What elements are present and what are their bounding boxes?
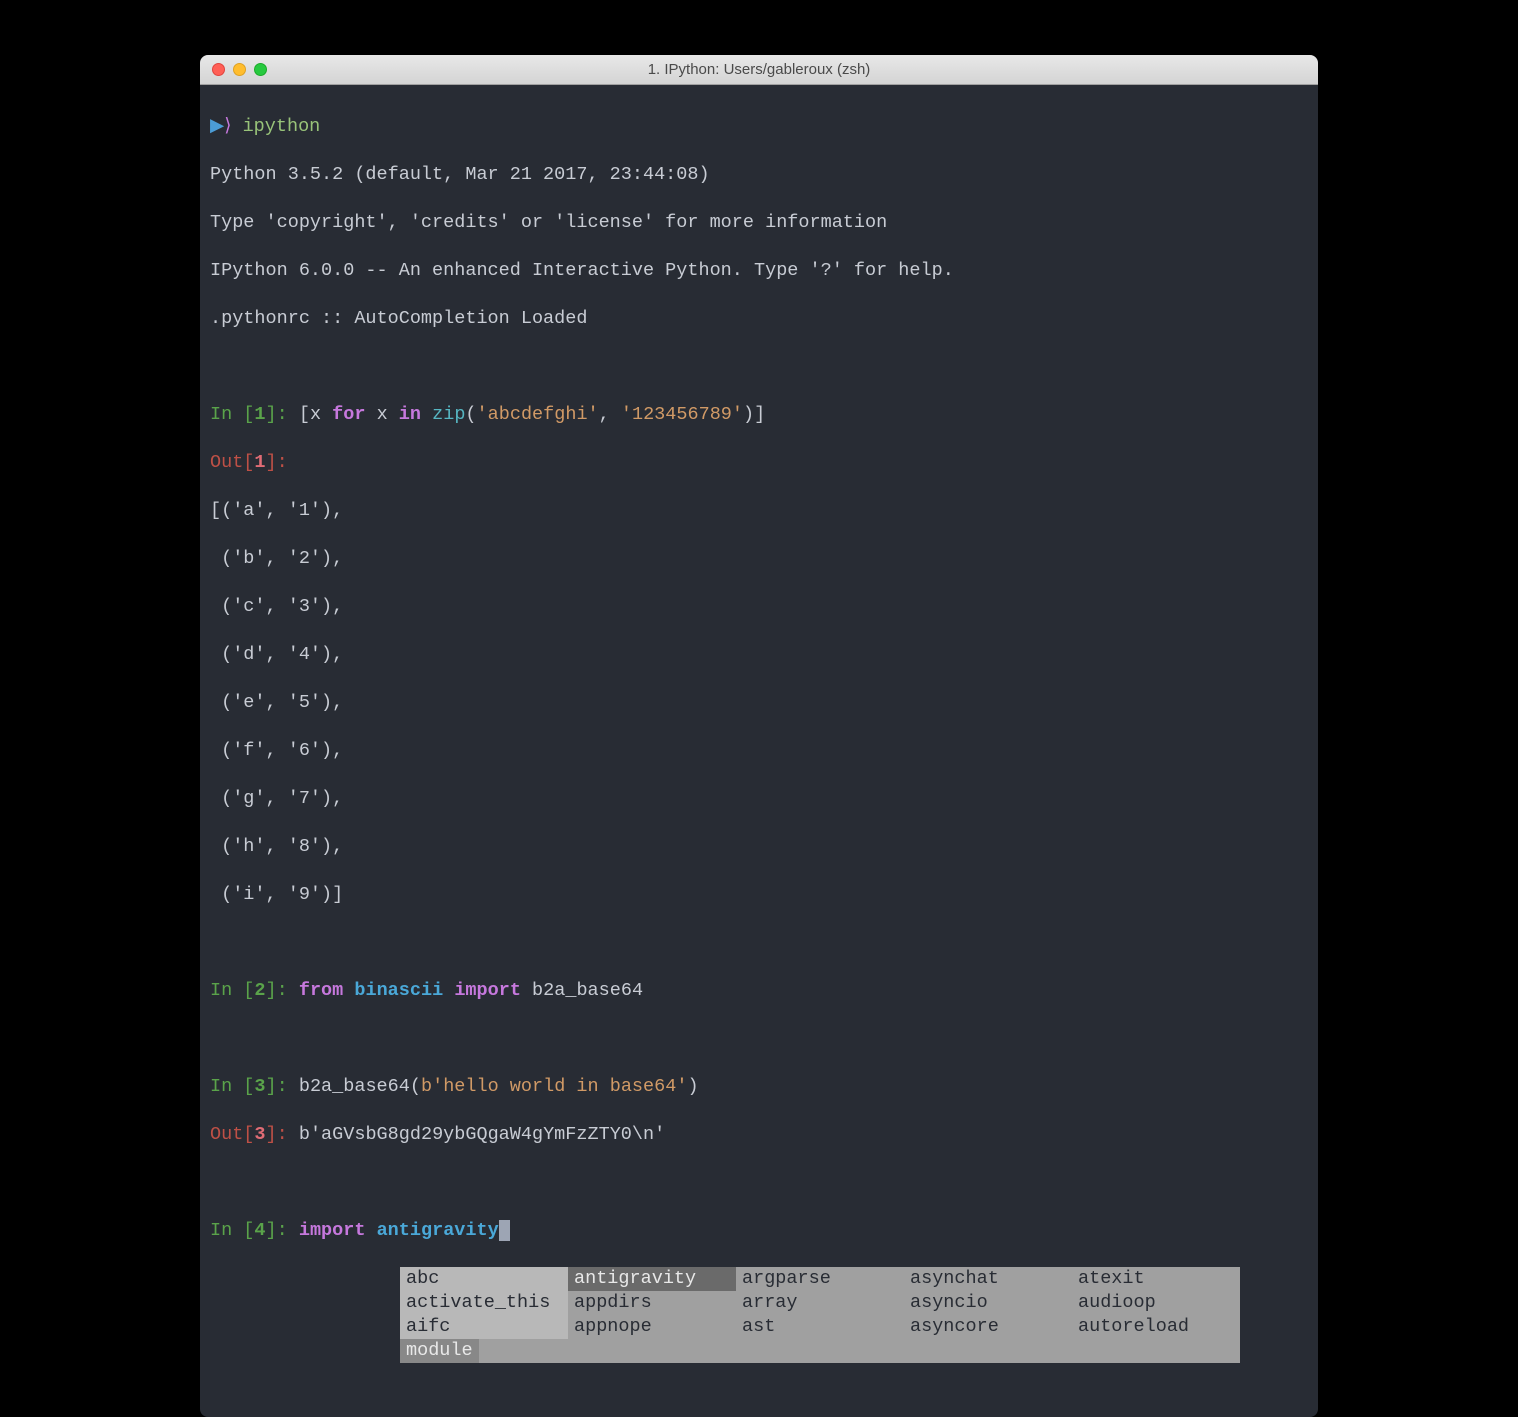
completion-popup[interactable]: abcantigravityargparseasynchatatexit acti… — [400, 1267, 1240, 1363]
completion-item[interactable]: appnope — [568, 1315, 736, 1339]
terminal-window: 1. IPython: Users/gableroux (zsh) ▶⟩ ipy… — [200, 55, 1318, 1417]
out-1-value: ('b', '2'), — [210, 547, 1308, 571]
blank-line — [210, 355, 1308, 379]
in-num: 2 — [254, 980, 265, 1001]
in-num: 3 — [254, 1076, 265, 1097]
in-prompt: In [ — [210, 980, 254, 1001]
close-icon[interactable] — [212, 63, 225, 76]
out-1-value: ('d', '4'), — [210, 643, 1308, 667]
out-1-value: [('a', '1'), — [210, 499, 1308, 523]
out-1-value: ('g', '7'), — [210, 787, 1308, 811]
completion-item[interactable]: audioop — [1072, 1291, 1240, 1315]
titlebar[interactable]: 1. IPython: Users/gableroux (zsh) — [200, 55, 1318, 85]
completion-item[interactable]: atexit — [1072, 1267, 1240, 1291]
terminal-body[interactable]: ▶⟩ ipython Python 3.5.2 (default, Mar 21… — [200, 85, 1318, 1417]
completion-item[interactable]: aifc — [400, 1315, 568, 1339]
completion-type-label: module — [400, 1339, 479, 1363]
completion-item[interactable]: abc — [400, 1267, 568, 1291]
out-num: 3 — [254, 1124, 265, 1145]
out-3-line: Out[3]: b'aGVsbG8gd29ybGQgaW4gYmFzZTY0\n… — [210, 1123, 1308, 1147]
shell-command: ipython — [243, 116, 321, 137]
completion-item[interactable]: activate_this — [400, 1291, 568, 1315]
blank-line — [210, 931, 1308, 955]
in-3-line: In [3]: b2a_base64(b'hello world in base… — [210, 1075, 1308, 1099]
in-prompt-close: ]: — [266, 980, 299, 1001]
banner-line: Python 3.5.2 (default, Mar 21 2017, 23:4… — [210, 163, 1308, 187]
completion-item[interactable]: autoreload — [1072, 1315, 1240, 1339]
in-1-line: In [1]: [x for x in zip('abcdefghi', '12… — [210, 403, 1308, 427]
zoom-icon[interactable] — [254, 63, 267, 76]
banner-line: IPython 6.0.0 -- An enhanced Interactive… — [210, 259, 1308, 283]
shell-prompt-line: ▶⟩ ipython — [210, 115, 1308, 139]
in-prompt-close: ]: — [266, 1220, 299, 1241]
completion-item[interactable]: asynchat — [904, 1267, 1072, 1291]
in-4-line[interactable]: In [4]: import antigravity — [210, 1219, 1308, 1243]
completion-grid: abcantigravityargparseasynchatatexit acti… — [400, 1267, 1240, 1339]
out-1-value: ('c', '3'), — [210, 595, 1308, 619]
out-num: 1 — [254, 452, 265, 473]
out-1-value: ('h', '8'), — [210, 835, 1308, 859]
blank-line — [210, 1027, 1308, 1051]
current-input-module: antigravity — [377, 1220, 499, 1241]
in-prompt: In [ — [210, 404, 254, 425]
completion-item[interactable]: asyncio — [904, 1291, 1072, 1315]
in-num: 4 — [254, 1220, 265, 1241]
completion-item[interactable]: ast — [736, 1315, 904, 1339]
banner-line: Type 'copyright', 'credits' or 'license'… — [210, 211, 1308, 235]
banner-line: .pythonrc :: AutoCompletion Loaded — [210, 307, 1308, 331]
out-1-label: Out[1]: — [210, 451, 1308, 475]
out-1-value: ('f', '6'), — [210, 739, 1308, 763]
completion-item[interactable]: array — [736, 1291, 904, 1315]
out-prompt: Out[ — [210, 452, 254, 473]
in-2-line: In [2]: from binascii import b2a_base64 — [210, 979, 1308, 1003]
completion-item[interactable]: appdirs — [568, 1291, 736, 1315]
out-1-value: ('i', '9')] — [210, 883, 1308, 907]
prompt-paren-icon: ⟩ — [224, 116, 231, 137]
in-prompt-close: ]: — [266, 1076, 299, 1097]
in-prompt: In [ — [210, 1076, 254, 1097]
completion-item-selected[interactable]: antigravity — [568, 1267, 736, 1291]
in-prompt: In [ — [210, 1220, 254, 1241]
completion-item[interactable]: asyncore — [904, 1315, 1072, 1339]
prompt-arrow-icon: ▶ — [210, 116, 224, 137]
window-title: 1. IPython: Users/gableroux (zsh) — [648, 61, 871, 78]
in-prompt-close: ]: — [266, 404, 299, 425]
out-prompt: Out[ — [210, 1124, 254, 1145]
blank-line — [210, 1171, 1308, 1195]
minimize-icon[interactable] — [233, 63, 246, 76]
out-1-value: ('e', '5'), — [210, 691, 1308, 715]
out-prompt-close: ]: — [266, 1124, 299, 1145]
completion-item[interactable]: argparse — [736, 1267, 904, 1291]
out-prompt-close: ]: — [266, 452, 299, 473]
traffic-lights — [200, 63, 267, 76]
cursor-icon — [499, 1220, 510, 1241]
in-num: 1 — [254, 404, 265, 425]
